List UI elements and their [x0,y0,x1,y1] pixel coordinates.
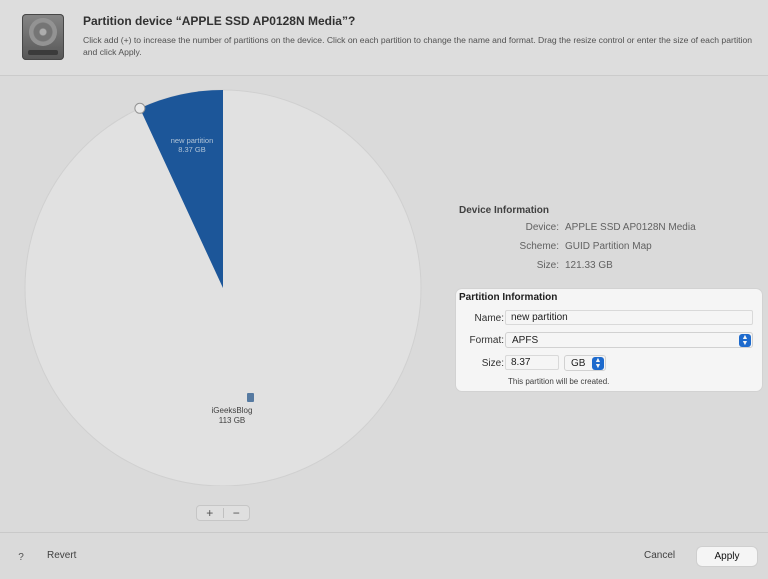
main-partition-name-label: iGeeksBlog [211,406,253,415]
partition-size-field[interactable]: 8.37 [505,355,559,370]
device-value: APPLE SSD AP0128N Media [565,222,696,233]
dialog-title: Partition device “APPLE SSD AP0128N Medi… [83,14,356,28]
partition-information-title: Partition Information [459,292,558,303]
format-select-chevron-icon[interactable]: ▲ ▼ [739,334,751,347]
partition-information-panel: Partition Information Name: new partitio… [456,289,762,391]
add-remove-control: + − [196,505,250,521]
partition-name-field[interactable]: new partition [505,310,753,325]
new-partition-size-label: 8.37 GB [178,145,206,154]
format-select-value: APFS [512,335,539,346]
scheme-value: GUID Partition Map [565,241,652,252]
internal-disk-icon [22,14,64,60]
pie-svg[interactable] [20,86,440,486]
format-select[interactable]: APFS [505,332,753,348]
device-information-title: Device Information [459,205,550,216]
main-partition-label: iGeeksBlog 113 GB [200,406,264,426]
name-label: Name: [474,313,504,324]
partition-note: This partition will be created. [508,377,610,386]
new-partition-slice-label: new partition 8.37 GB [160,136,224,154]
add-partition-button[interactable]: + [197,506,223,520]
help-button[interactable]: ? [13,550,29,566]
device-label: Device: [525,222,559,233]
size-unit-chevron-icon[interactable]: ▲ ▼ [592,357,604,370]
device-information-section: Device Information Device: APPLE SSD AP0… [459,205,759,274]
apply-button[interactable]: Apply [697,547,757,566]
new-partition-name-label: new partition [170,136,214,145]
dialog-header: Partition device “APPLE SSD AP0128N Medi… [0,0,768,76]
main-partition-size-label: 113 GB [218,416,246,425]
device-size-label: Size: [536,260,559,271]
cancel-button[interactable]: Cancel [644,550,675,561]
size-label: Size: [481,358,504,369]
format-label: Format: [469,335,504,346]
device-row: Device: APPLE SSD AP0128N Media [459,217,759,236]
size-unit-value: GB [571,358,586,369]
dialog-description: Click add (+) to increase the number of … [83,35,753,57]
remove-partition-button[interactable]: − [224,506,250,520]
size-row: Size: 121.33 GB [459,255,759,274]
device-size-value: 121.33 GB [565,260,613,271]
footer-divider [0,532,768,533]
revert-button[interactable]: Revert [47,550,76,561]
volume-icon [247,393,254,402]
resize-handle[interactable] [134,102,146,114]
scheme-row: Scheme: GUID Partition Map [459,236,759,255]
scheme-label: Scheme: [519,241,559,252]
partition-pie-chart[interactable]: new partition 8.37 GB iGeeksBlog 113 GB [20,86,440,486]
